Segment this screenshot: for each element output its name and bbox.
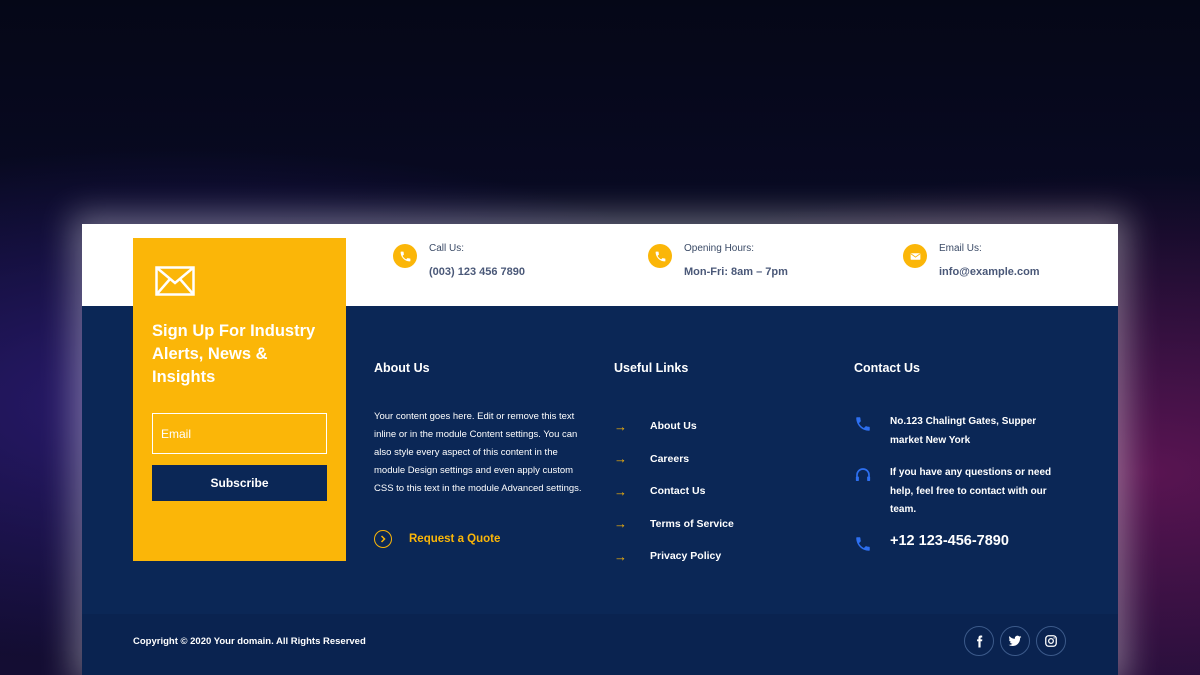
list-item: → Terms of Service: [614, 508, 734, 541]
call-us-value[interactable]: (003) 123 456 7890: [429, 266, 525, 278]
help-text: If you have any questions or need help, …: [890, 467, 1052, 515]
envelope-icon: [903, 244, 927, 268]
email-us-value[interactable]: info@example.com: [939, 266, 1040, 278]
contact-us-heading: Contact Us: [854, 361, 920, 375]
useful-links-heading: Useful Links: [614, 361, 689, 375]
useful-links-list: → About Us → Careers → Contact Us → Terms of…: [614, 410, 734, 573]
phone-number[interactable]: +12 123-456-7890: [890, 533, 1009, 558]
arrow-right-icon: →: [614, 483, 627, 499]
contact-phone: +12 123-456-7890: [854, 533, 1009, 558]
link-privacy-policy[interactable]: Privacy Policy: [650, 550, 721, 562]
request-quote-label: Request a Quote: [409, 533, 501, 545]
arrow-right-icon: →: [614, 548, 627, 564]
opening-hours-label: Opening Hours:: [684, 243, 755, 254]
twitter-icon[interactable]: [1000, 626, 1030, 656]
copyright-text: Copyright © 2020 Your domain. All Rights…: [133, 636, 366, 647]
about-us-text: Your content goes here. Edit or remove t…: [374, 411, 582, 494]
arrow-right-icon: →: [614, 451, 627, 467]
list-item: → Careers: [614, 443, 734, 476]
footer-section: Call Us: (003) 123 456 7890 Opening Hour…: [82, 224, 1118, 675]
social-links: [964, 626, 1066, 656]
link-about-us[interactable]: About Us: [650, 420, 697, 432]
call-us-label: Call Us:: [429, 243, 465, 254]
chevron-right-circle-icon: [374, 530, 392, 548]
call-us-info: Call Us: (003) 123 456 7890: [393, 242, 525, 278]
address-text: No.123 Chalingt Gates, Supper market New…: [890, 416, 1037, 446]
contact-help: If you have any questions or need help, …: [854, 464, 1060, 520]
phone-icon: [648, 244, 672, 268]
opening-hours-value: Mon-Fri: 8am – 7pm: [684, 266, 788, 278]
email-us-info: Email Us: info@example.com: [903, 242, 1040, 278]
about-us-heading: About Us: [374, 361, 430, 375]
newsletter-signup-box: Sign Up For Industry Alerts, News & Insi…: [133, 238, 346, 561]
list-item: → Contact Us: [614, 475, 734, 508]
email-field[interactable]: [152, 413, 327, 454]
list-item: → Privacy Policy: [614, 540, 734, 573]
phone-icon: [854, 533, 890, 558]
signup-title: Sign Up For Industry Alerts, News & Insi…: [152, 322, 316, 386]
mail-icon: [155, 266, 195, 296]
list-item: → About Us: [614, 410, 734, 443]
request-quote-link[interactable]: Request a Quote: [374, 530, 500, 548]
footer-bottom-bar: Copyright © 2020 Your domain. All Rights…: [82, 614, 1118, 675]
headphones-icon: [854, 464, 890, 520]
subscribe-button[interactable]: Subscribe: [152, 465, 327, 501]
opening-hours-info: Opening Hours: Mon-Fri: 8am – 7pm: [648, 242, 788, 278]
facebook-icon[interactable]: [964, 626, 994, 656]
phone-icon: [393, 244, 417, 268]
arrow-right-icon: →: [614, 516, 627, 532]
contact-address: No.123 Chalingt Gates, Supper market New…: [854, 413, 1060, 450]
link-contact-us[interactable]: Contact Us: [650, 485, 705, 497]
phone-icon: [854, 413, 890, 450]
arrow-right-icon: →: [614, 418, 627, 434]
email-us-label: Email Us:: [939, 243, 982, 254]
link-careers[interactable]: Careers: [650, 453, 689, 465]
instagram-icon[interactable]: [1036, 626, 1066, 656]
link-terms-of-service[interactable]: Terms of Service: [650, 518, 734, 530]
